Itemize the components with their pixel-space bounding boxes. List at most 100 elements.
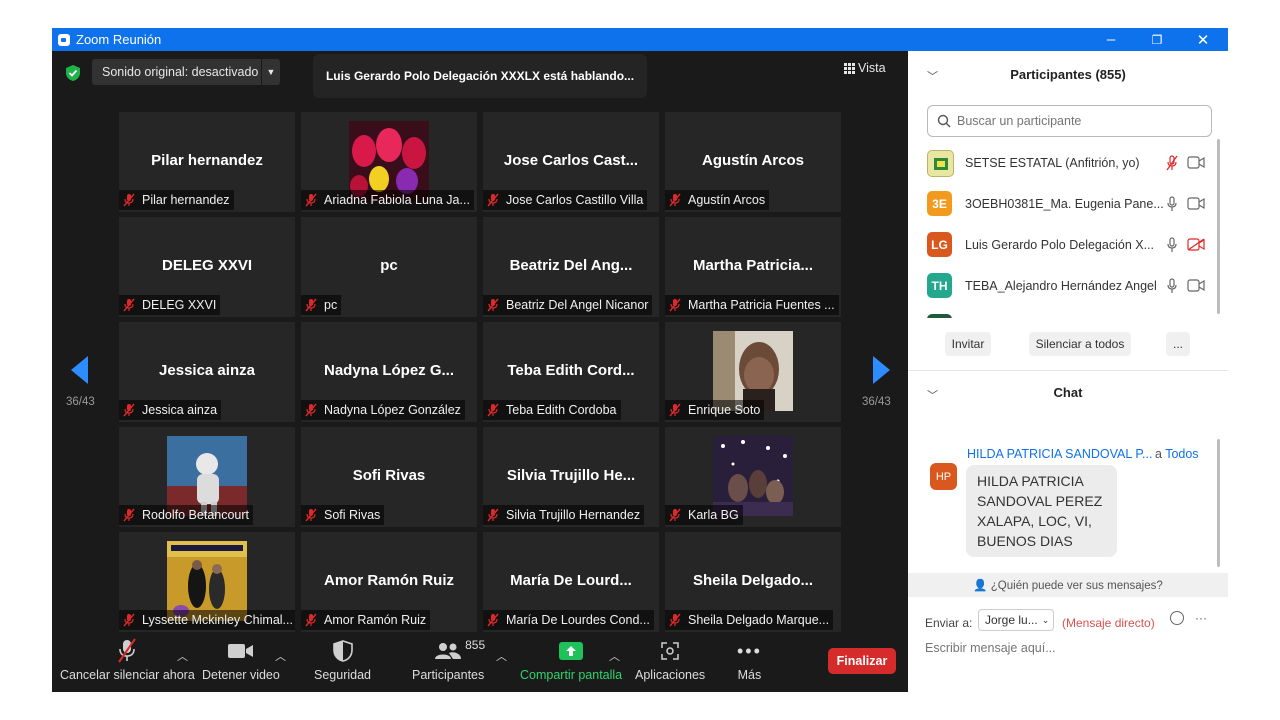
- chat-scrollbar[interactable]: [1217, 439, 1220, 567]
- participant-video-tile[interactable]: DELEG XXVI DELEG XXVI: [119, 217, 295, 317]
- send-to-dropdown[interactable]: Jorge lu... ⌄: [978, 609, 1054, 631]
- participant-display-name: Pilar hernandez: [151, 152, 263, 169]
- participant-caption-label: Sofi Rivas: [324, 508, 381, 522]
- chat-sender-name[interactable]: HILDA PATRICIA SANDOVAL P...: [967, 447, 1152, 461]
- camera-icon[interactable]: [1187, 197, 1205, 210]
- microphone-icon[interactable]: [1166, 278, 1178, 294]
- participant-search-field[interactable]: [927, 105, 1212, 137]
- share-screen-label: Compartir pantalla: [520, 668, 623, 682]
- participant-row[interactable]: SETSE ESTATAL (Anfitrión, yo): [908, 143, 1218, 184]
- muted-mic-icon: [305, 298, 317, 312]
- participant-video-tile[interactable]: pc pc: [301, 217, 477, 317]
- participant-name-caption: DELEG XXVI: [119, 295, 221, 315]
- minimize-button[interactable]: –: [1088, 28, 1134, 51]
- participant-row[interactable]: LG Luis Gerardo Polo Delegación X...: [908, 225, 1218, 266]
- participant-list: SETSE ESTATAL (Anfitrión, yo) 3E 3OEBH0381…: [908, 143, 1218, 318]
- participant-caption-label: Sheila Delgado Marque...: [688, 613, 830, 627]
- participant-name-caption: Jose Carlos Castillo Villa: [483, 190, 648, 210]
- participants-count: 855: [465, 638, 486, 652]
- camera-icon[interactable]: [1187, 156, 1205, 169]
- chat-message-input[interactable]: [925, 641, 1215, 655]
- stop-video-button[interactable]: Detener video: [202, 634, 280, 692]
- participant-video-tile[interactable]: Sofi Rivas Sofi Rivas: [301, 427, 477, 527]
- family-photo: [167, 541, 247, 621]
- share-screen-button[interactable]: Compartir pantalla: [520, 634, 622, 692]
- participant-video-tile[interactable]: Rodolfo Betancourt: [119, 427, 295, 527]
- participant-row[interactable]: TH TEBA_Alejandro Hernández Angel: [908, 266, 1218, 307]
- participant-caption-label: pc: [324, 298, 338, 312]
- participant-search-input[interactable]: [955, 113, 1199, 129]
- microphone-icon[interactable]: [1166, 196, 1178, 212]
- camera-off-icon[interactable]: [1187, 238, 1205, 251]
- apps-label: Aplicaciones: [635, 668, 706, 682]
- unmute-button[interactable]: Cancelar silenciar ahora: [60, 634, 195, 692]
- chevron-down-icon[interactable]: ▼: [261, 59, 280, 85]
- participant-video-tile[interactable]: Sheila Delgado... Sheila Delgado Marque..…: [665, 532, 841, 632]
- participant-video-tile[interactable]: Enrique Soto: [665, 322, 841, 422]
- audio-options-caret-icon[interactable]: ︿: [177, 648, 188, 664]
- active-speaker-banner: Luis Gerardo Polo Delegación XXXLX está …: [313, 54, 647, 98]
- participant-video-tile[interactable]: Lyssette Mckinley Chimal...: [119, 532, 295, 632]
- security-label: Seguridad: [314, 668, 371, 682]
- participants-button[interactable]: 855 Participantes: [412, 634, 485, 692]
- participant-name: TEBA_Alejandro Hernández Angel: [965, 279, 1157, 293]
- meeting-toolbar: Cancelar silenciar ahora ︿ Detener video…: [52, 634, 908, 692]
- previous-page-arrow-icon[interactable]: [71, 356, 88, 384]
- security-button[interactable]: Seguridad: [314, 634, 371, 692]
- next-page-arrow-icon[interactable]: [873, 356, 890, 384]
- camera-icon[interactable]: [1187, 279, 1205, 292]
- participants-more-button[interactable]: ...: [1166, 332, 1190, 356]
- participant-video-tile[interactable]: Amor Ramón Ruiz Amor Ramón Ruiz: [301, 532, 477, 632]
- video-options-caret-icon[interactable]: ︿: [275, 648, 286, 664]
- participant-name-caption: María De Lourdes Cond...: [483, 610, 654, 630]
- participants-icon: 855: [435, 634, 485, 668]
- participant-video-tile[interactable]: Pilar hernandez Pilar hernandez: [119, 112, 295, 212]
- microphone-icon[interactable]: [1166, 237, 1178, 253]
- participant-caption-label: Teba Edith Cordoba: [506, 403, 617, 417]
- direct-message-label: (Mensaje directo): [1062, 616, 1155, 630]
- more-label: Más: [737, 668, 762, 682]
- chevron-down-icon: ⌄: [1041, 614, 1050, 625]
- chat-more-icon[interactable]: ···: [1195, 611, 1207, 625]
- participant-name-caption: Agustín Arcos: [665, 190, 770, 210]
- participant-avatar: [927, 314, 952, 318]
- share-options-caret-icon[interactable]: ︿: [609, 648, 620, 664]
- emoji-icon[interactable]: [1170, 611, 1184, 625]
- mute-all-button[interactable]: Silenciar a todos: [1029, 332, 1131, 356]
- participant-display-name: Silvia Trujillo He...: [506, 467, 636, 484]
- end-meeting-button[interactable]: Finalizar: [828, 648, 896, 674]
- muted-mic-icon[interactable]: [1166, 155, 1178, 171]
- participant-list-scrollbar[interactable]: [1217, 139, 1220, 314]
- participant-video-tile[interactable]: Beatriz Del Ang... Beatriz Del Angel Nica…: [483, 217, 659, 317]
- who-can-see-link[interactable]: 👤 ¿Quién puede ver sus mensajes?: [908, 578, 1228, 592]
- muted-mic-icon: [305, 403, 317, 417]
- participant-row[interactable]: [908, 307, 1218, 318]
- participant-video-tile[interactable]: Jose Carlos Cast... Jose Carlos Castillo …: [483, 112, 659, 212]
- apps-button[interactable]: Aplicaciones: [635, 634, 705, 692]
- encryption-shield-icon[interactable]: [66, 65, 80, 81]
- participant-display-name: Martha Patricia...: [692, 257, 814, 274]
- restore-button[interactable]: ❐: [1134, 28, 1180, 51]
- participant-video-tile[interactable]: María De Lourd... María De Lourdes Cond..…: [483, 532, 659, 632]
- participant-row[interactable]: 3E 3OEBH0381E_Ma. Eugenia Pane...: [908, 184, 1218, 225]
- participant-display-name: Jessica ainza: [159, 362, 255, 379]
- original-sound-dropdown[interactable]: Sonido original: desactivado ▼: [92, 59, 280, 85]
- send-to-value: Jorge lu...: [985, 613, 1038, 627]
- close-button[interactable]: ✕: [1180, 28, 1226, 51]
- participant-video-tile[interactable]: Karla BG: [665, 427, 841, 527]
- participant-video-tile[interactable]: Jessica ainza Jessica ainza: [119, 322, 295, 422]
- security-shield-icon: [332, 634, 353, 668]
- participant-video-tile[interactable]: Teba Edith Cord... Teba Edith Cordoba: [483, 322, 659, 422]
- participant-video-tile[interactable]: Nadyna López G... Nadyna López González: [301, 322, 477, 422]
- more-button[interactable]: ••• Más: [737, 634, 762, 692]
- participant-video-tile[interactable]: Agustín Arcos Agustín Arcos: [665, 112, 841, 212]
- participants-label: Participantes: [412, 668, 485, 682]
- participant-caption-label: Beatriz Del Angel Nicanor: [506, 298, 649, 312]
- view-button[interactable]: Vista: [844, 61, 886, 75]
- participants-caret-icon[interactable]: ︿: [496, 648, 507, 664]
- participant-video-tile[interactable]: Silvia Trujillo He... Silvia Trujillo Her…: [483, 427, 659, 527]
- muted-mic-icon: [487, 298, 499, 312]
- invite-button[interactable]: Invitar: [945, 332, 991, 356]
- participant-video-tile[interactable]: Martha Patricia... Martha Patricia Fuente…: [665, 217, 841, 317]
- participant-video-tile[interactable]: Ariadna Fabiola Luna Ja...: [301, 112, 477, 212]
